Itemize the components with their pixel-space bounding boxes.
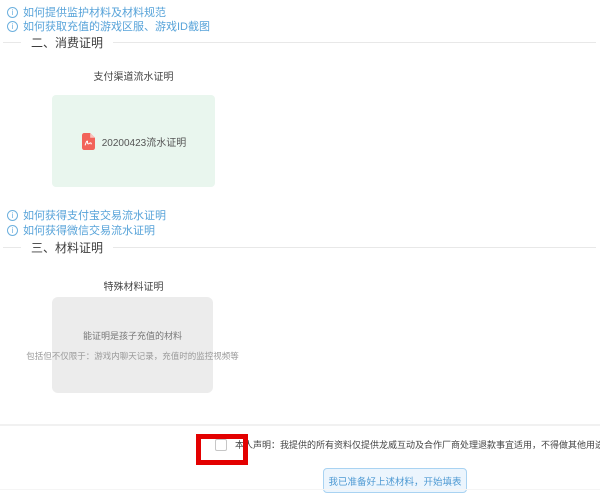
uploaded-file-name: 20200423流水证明 [102, 134, 187, 149]
payment-flow-proof-label: 支付渠道流水证明 [52, 68, 215, 83]
divider-line [113, 247, 596, 248]
info-icon [7, 225, 18, 236]
declaration-text: 本人声明：我提供的所有资料仅提供龙威互动及合作厂商处理退款事宜适用，不得做其他用… [235, 438, 600, 451]
refund-form-page: 如何提供监护材料及材料规范 如何获取充值的游戏区服、游戏ID截图 二、消费证明 … [0, 0, 600, 497]
help-link-wechat-flow[interactable]: 如何获得微信交易流水证明 [7, 222, 155, 238]
panel-divider-bottom [0, 489, 600, 490]
divider-line [3, 42, 21, 43]
help-link-label: 如何获得微信交易流水证明 [23, 222, 155, 238]
material-placeholder-line2: 包括但不仅限于：游戏内聊天记录，充值时的监控视频等 [26, 350, 239, 362]
special-material-proof-label: 特殊材料证明 [52, 278, 215, 293]
help-link-label: 如何获取充值的游戏区服、游戏ID截图 [23, 18, 210, 34]
info-icon [7, 21, 18, 32]
material-placeholder-line1: 能证明是孩子充值的材料 [83, 329, 182, 342]
help-link-label: 如何获得支付宝交易流水证明 [23, 207, 166, 223]
declaration-row: 本人声明：我提供的所有资料仅提供龙威互动及合作厂商处理退款事宜适用，不得做其他用… [215, 438, 600, 451]
panel-divider-top [0, 424, 600, 426]
section-title-material: 三、材料证明 [31, 239, 103, 256]
section-title-consumption: 二、消费证明 [31, 34, 103, 51]
divider-line [113, 42, 596, 43]
declaration-checkbox[interactable] [215, 439, 227, 451]
info-icon [7, 210, 18, 221]
help-link-game-id-screenshot[interactable]: 如何获取充值的游戏区服、游戏ID截图 [7, 18, 210, 34]
info-icon [7, 7, 18, 18]
section-divider-material: 三、材料证明 [3, 239, 596, 256]
special-material-upload-area[interactable]: 能证明是孩子充值的材料 包括但不仅限于：游戏内聊天记录，充值时的监控视频等 [52, 297, 213, 393]
help-link-alipay-flow[interactable]: 如何获得支付宝交易流水证明 [7, 207, 166, 223]
uploaded-pdf-file[interactable]: 20200423流水证明 [81, 133, 187, 150]
payment-proof-upload-area: 20200423流水证明 [52, 95, 215, 187]
pdf-file-icon [81, 133, 95, 150]
divider-line [3, 247, 21, 248]
section-divider-consumption: 二、消费证明 [3, 34, 596, 51]
